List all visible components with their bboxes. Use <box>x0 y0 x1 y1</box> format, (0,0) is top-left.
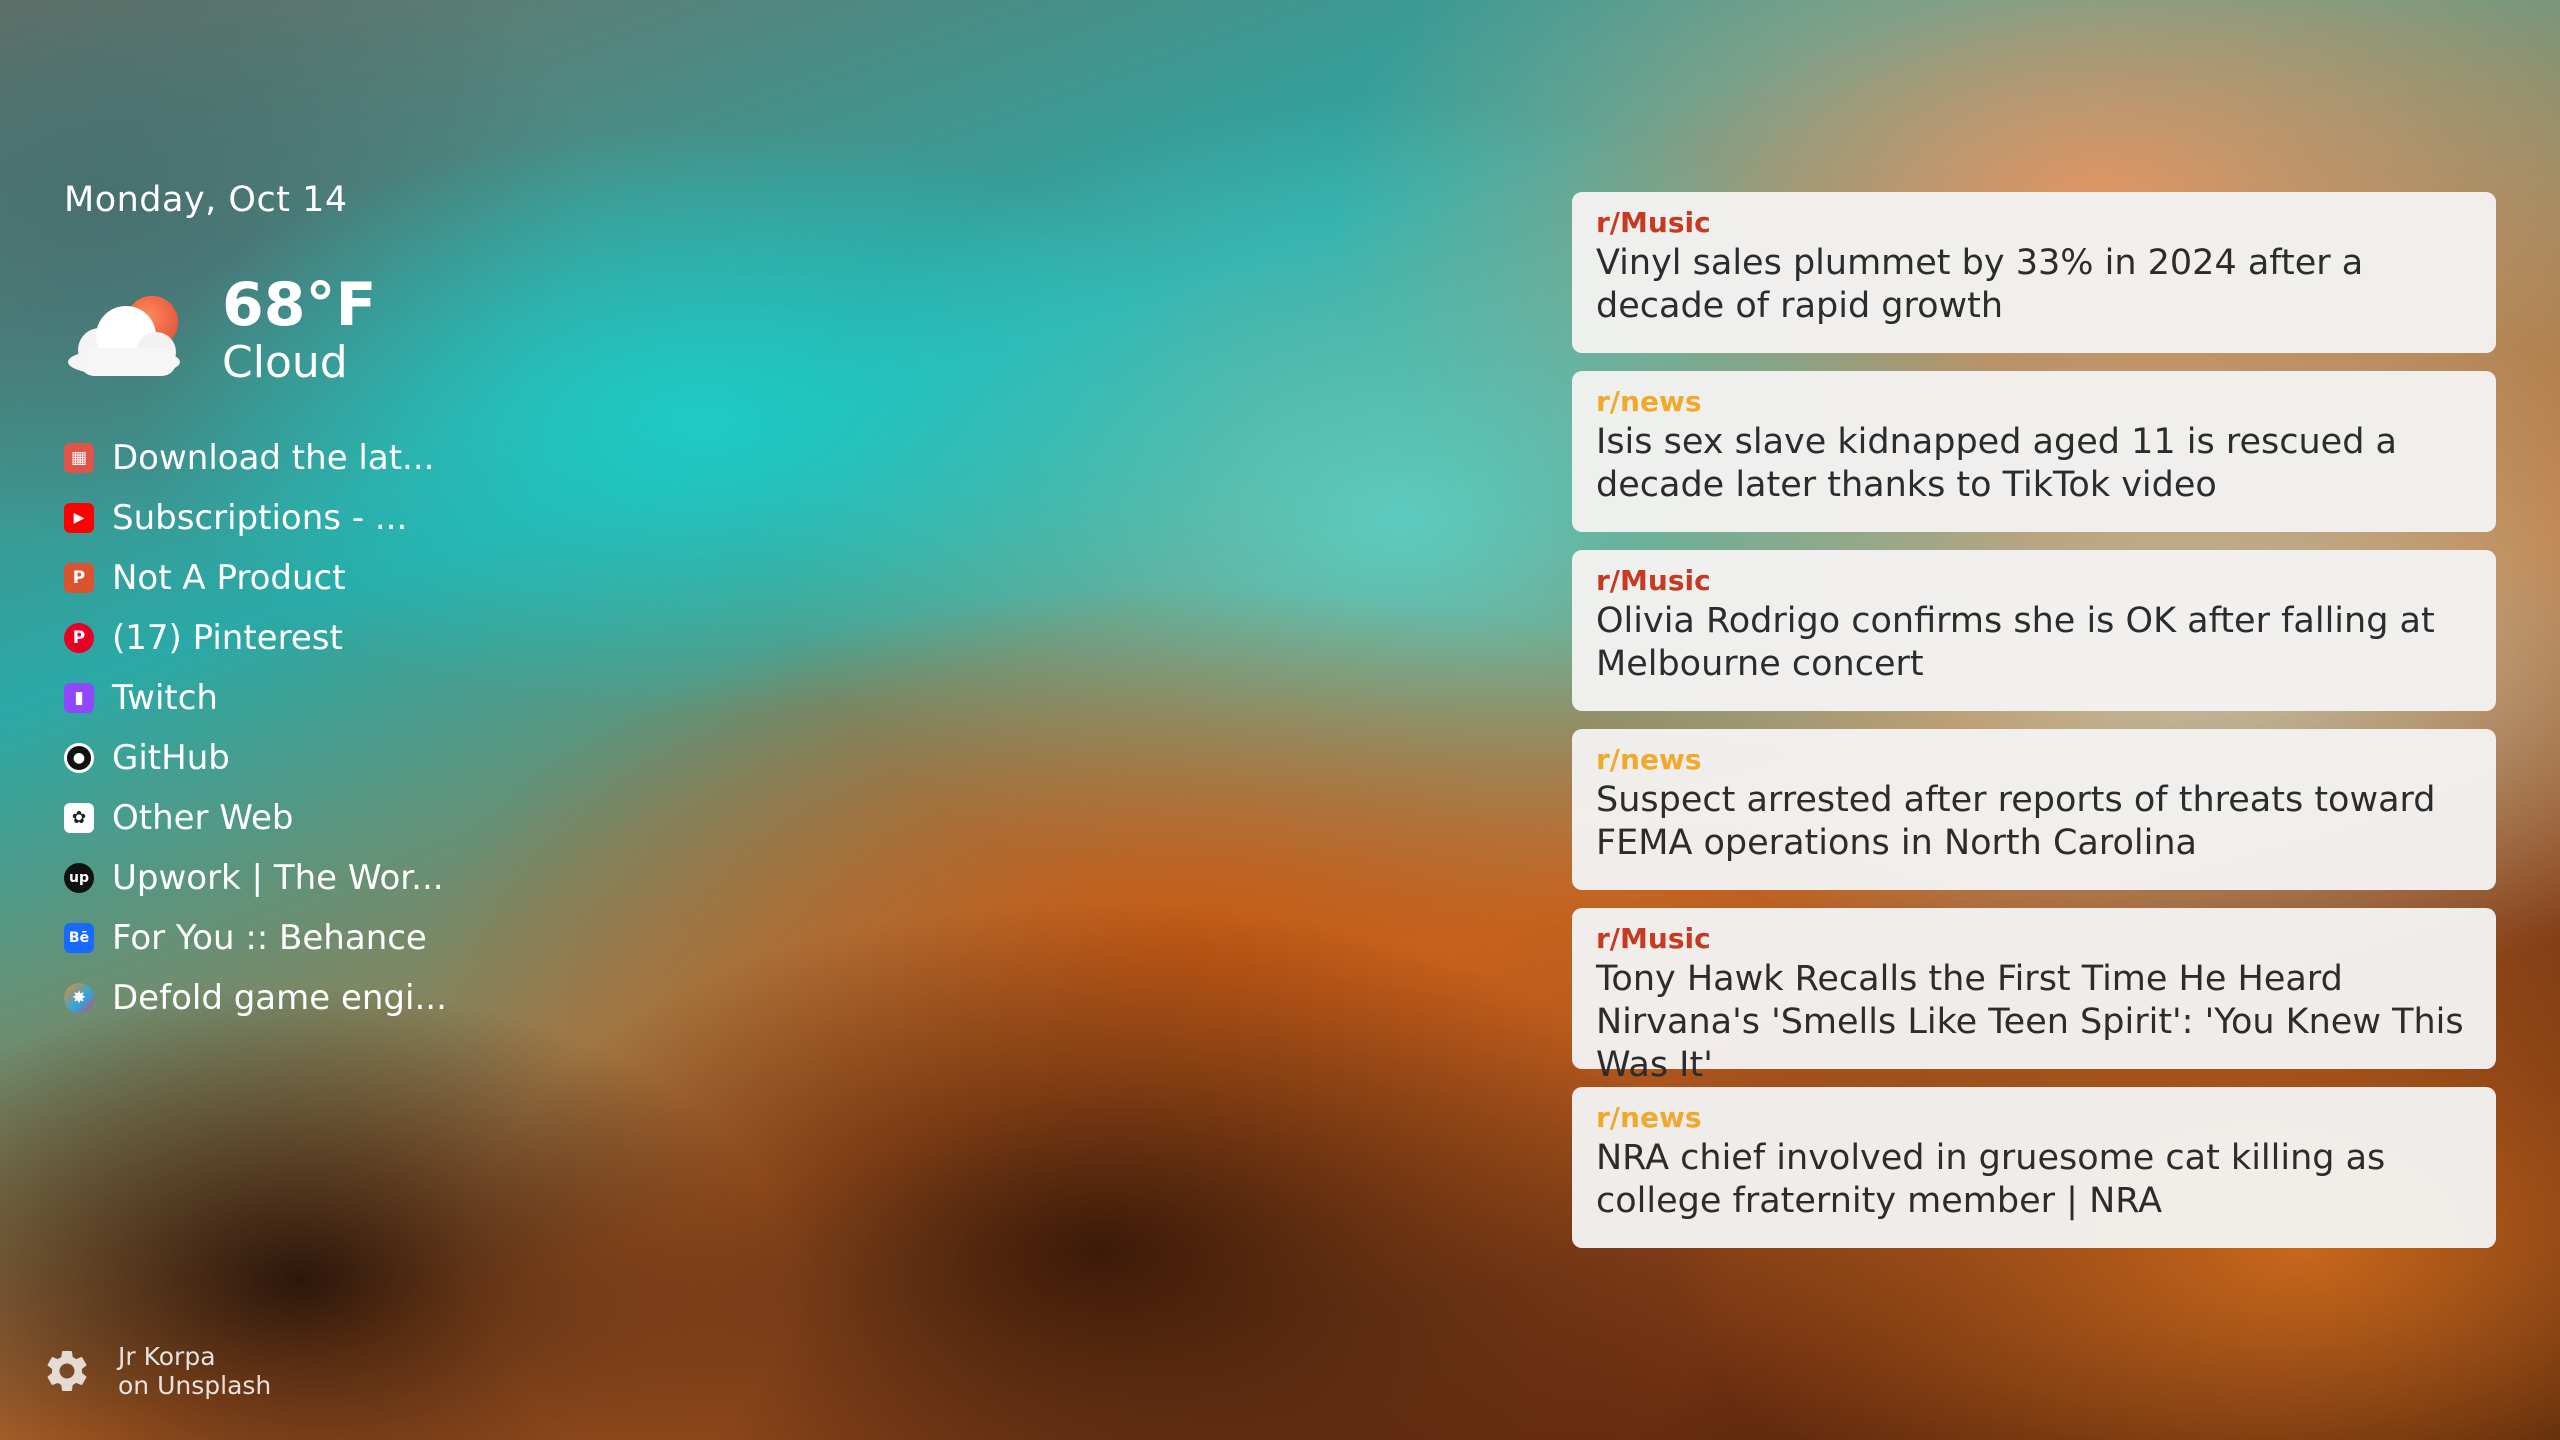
photographer-name[interactable]: Jr Korpa <box>118 1342 271 1371</box>
download-page-icon: ▦ <box>64 443 94 473</box>
bookmark-label: Defold game engi... <box>112 978 447 1018</box>
bookmark-label: For You :: Behance <box>112 918 427 958</box>
left-panel: Monday, Oct 14 68°F Cloud ▦ Download the… <box>64 180 484 1028</box>
feed-card[interactable]: r/Music Olivia Rodrigo confirms she is O… <box>1572 550 2496 711</box>
bookmark-label: Not A Product <box>112 558 346 598</box>
bookmark-not-a-product[interactable]: P Not A Product <box>64 548 484 608</box>
bookmark-defold[interactable]: ✸ Defold game engi... <box>64 968 484 1028</box>
product-hunt-icon: P <box>64 563 94 593</box>
post-title[interactable]: Isis sex slave kidnapped aged 11 is resc… <box>1596 421 2472 507</box>
bookmark-upwork[interactable]: up Upwork | The Wor... <box>64 848 484 908</box>
github-icon: ● <box>64 743 94 773</box>
bookmark-other-web[interactable]: ✿ Other Web <box>64 788 484 848</box>
subreddit-label[interactable]: r/news <box>1596 1099 2472 1137</box>
feed-card[interactable]: r/news NRA chief involved in gruesome ca… <box>1572 1087 2496 1248</box>
feed-card[interactable]: r/Music Vinyl sales plummet by 33% in 20… <box>1572 192 2496 353</box>
openai-icon: ✿ <box>64 803 94 833</box>
bookmark-label: Subscriptions - ... <box>112 498 408 538</box>
upwork-icon: up <box>64 863 94 893</box>
temperature: 68°F <box>222 270 377 341</box>
behance-icon: Bē <box>64 923 94 953</box>
gear-icon[interactable] <box>42 1346 92 1396</box>
bookmark-behance[interactable]: Bē For You :: Behance <box>64 908 484 968</box>
post-title[interactable]: Olivia Rodrigo confirms she is OK after … <box>1596 600 2472 686</box>
bookmark-twitch[interactable]: ▮ Twitch <box>64 668 484 728</box>
feed-card[interactable]: r/Music Tony Hawk Recalls the First Time… <box>1572 908 2496 1085</box>
bookmark-label: (17) Pinterest <box>112 618 343 658</box>
footer: Jr Korpa on Unsplash <box>42 1342 271 1400</box>
subreddit-label[interactable]: r/Music <box>1596 562 2472 600</box>
bookmark-label: GitHub <box>112 738 230 778</box>
bookmarks-list: ▦ Download the lat... ▶ Subscriptions - … <box>64 428 484 1028</box>
subreddit-label[interactable]: r/news <box>1596 383 2472 421</box>
subreddit-label[interactable]: r/Music <box>1596 920 2472 958</box>
bookmark-label: Upwork | The Wor... <box>112 858 444 898</box>
post-title[interactable]: Suspect arrested after reports of threat… <box>1596 779 2472 865</box>
feed-card[interactable]: r/news Suspect arrested after reports of… <box>1572 729 2496 890</box>
weather-widget: 68°F Cloud <box>64 262 484 402</box>
bookmark-label: Download the lat... <box>112 438 435 478</box>
photo-credit[interactable]: Jr Korpa on Unsplash <box>118 1342 271 1400</box>
feed-card[interactable]: r/news Isis sex slave kidnapped aged 11 … <box>1572 371 2496 532</box>
defold-icon: ✸ <box>64 983 94 1013</box>
bookmark-label: Twitch <box>112 678 218 718</box>
weather-condition: Cloud <box>222 337 348 389</box>
reddit-feed: r/Music Vinyl sales plummet by 33% in 20… <box>1572 192 2496 1266</box>
bookmark-label: Other Web <box>112 798 294 838</box>
bookmark-github[interactable]: ● GitHub <box>64 728 484 788</box>
cloud-sun-icon <box>64 282 192 382</box>
post-title[interactable]: Tony Hawk Recalls the First Time He Hear… <box>1596 958 2472 1087</box>
twitch-icon: ▮ <box>64 683 94 713</box>
subreddit-label[interactable]: r/news <box>1596 741 2472 779</box>
bookmark-pinterest[interactable]: P (17) Pinterest <box>64 608 484 668</box>
youtube-icon: ▶ <box>64 503 94 533</box>
bookmark-download[interactable]: ▦ Download the lat... <box>64 428 484 488</box>
pinterest-icon: P <box>64 623 94 653</box>
subreddit-label[interactable]: r/Music <box>1596 204 2472 242</box>
bookmark-youtube-subscriptions[interactable]: ▶ Subscriptions - ... <box>64 488 484 548</box>
post-title[interactable]: NRA chief involved in gruesome cat killi… <box>1596 1137 2472 1223</box>
post-title[interactable]: Vinyl sales plummet by 33% in 2024 after… <box>1596 242 2472 328</box>
date-label: Monday, Oct 14 <box>64 180 348 220</box>
photo-source[interactable]: on Unsplash <box>118 1371 271 1400</box>
